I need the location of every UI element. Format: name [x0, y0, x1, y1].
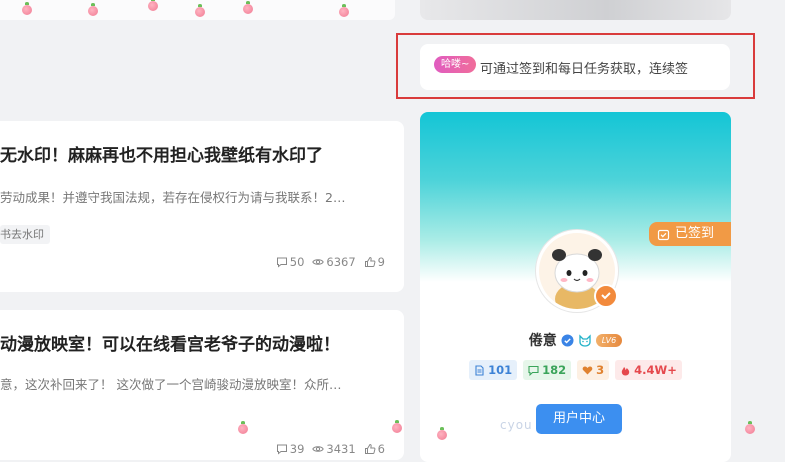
comment-count: 39 — [276, 442, 305, 456]
post-tag[interactable]: 书去水印 — [0, 225, 50, 244]
profile-card: 已签到 倦意 LV6 101 182 3 4.4W+ 用户中心 — [420, 112, 731, 462]
flame-icon — [621, 366, 630, 375]
stat-comments[interactable]: 182 — [523, 360, 572, 380]
eye-icon — [312, 446, 325, 452]
peach-decoration — [745, 421, 755, 434]
eye-icon — [312, 259, 325, 265]
verified-icon — [561, 334, 574, 346]
comment-count-value: 50 — [289, 255, 305, 269]
comment-icon — [276, 257, 287, 268]
view-count: 3431 — [312, 442, 356, 456]
peach-decoration — [22, 2, 32, 15]
peach-decoration — [243, 1, 253, 14]
comment-icon — [276, 444, 287, 455]
peach-decoration — [195, 4, 205, 17]
stat-comments-value: 182 — [542, 363, 567, 377]
post-excerpt: 劳动成果！并遵守我国法规，若存在侵权行为请与我联系！2… — [0, 190, 346, 205]
user-stats: 101 182 3 4.4W+ — [420, 360, 731, 380]
post-excerpt: 意，这次补回来了！ 这次做了一个宫崎骏动漫放映室！众所… — [0, 377, 342, 392]
heart-icon — [582, 366, 593, 374]
peach-decoration — [88, 3, 98, 16]
comment-count: 50 — [276, 255, 305, 269]
heart-check-icon — [601, 292, 611, 300]
document-icon — [475, 364, 484, 376]
signed-label: 已签到 — [675, 226, 715, 241]
like-count-value: 6 — [377, 442, 385, 456]
view-count: 6367 — [312, 255, 356, 269]
signed-in-badge[interactable]: 已签到 — [649, 222, 731, 246]
stat-likes[interactable]: 3 — [577, 360, 610, 380]
peach-decoration — [339, 4, 349, 17]
thumbs-up-icon — [364, 443, 376, 454]
like-count-value: 9 — [377, 255, 385, 269]
peach-decoration — [238, 421, 248, 434]
post-title[interactable]: 动漫放映室！可以在线看宫老爷子的动漫啦！ — [0, 330, 395, 355]
user-name-row: 倦意 LV6 — [420, 330, 731, 350]
like-count[interactable]: 6 — [364, 442, 385, 456]
stat-hot-value: 4.4W+ — [634, 363, 677, 377]
stat-posts-value: 101 — [488, 363, 513, 377]
post-card[interactable]: 动漫放映室！可以在线看宫老爷子的动漫啦！ 意，这次补回来了！ 这次做了一个宫崎骏… — [0, 310, 404, 460]
stat-likes-value: 3 — [596, 363, 605, 377]
calendar-check-icon — [657, 229, 670, 240]
peach-decoration — [148, 0, 158, 11]
watermark-text: cyou — [500, 418, 533, 432]
peach-decoration — [437, 427, 447, 440]
comment-count-value: 39 — [289, 442, 305, 456]
post-card[interactable]: 无水印！麻麻再也不用担心我壁纸有水印了 劳动成果！并遵守我国法规，若存在侵权行为… — [0, 121, 404, 292]
stat-posts[interactable]: 101 — [469, 360, 518, 380]
stat-hot[interactable]: 4.4W+ — [615, 360, 682, 380]
top-banner-image — [420, 0, 731, 20]
vip-badge — [594, 284, 618, 308]
cat-icon — [579, 333, 591, 347]
peach-decoration — [392, 420, 402, 433]
post-meta: 39 3431 6 — [276, 442, 385, 456]
level-badge: LV6 — [595, 333, 623, 347]
view-count-value: 6367 — [326, 255, 356, 269]
username[interactable]: 倦意 — [529, 330, 557, 350]
post-meta: 50 6367 9 — [276, 255, 385, 269]
comment-icon — [528, 365, 539, 376]
thumbs-up-icon — [364, 256, 376, 267]
highlight-frame — [396, 33, 755, 99]
user-center-button[interactable]: 用户中心 — [536, 404, 622, 434]
view-count-value: 3431 — [326, 442, 356, 456]
post-title[interactable]: 无水印！麻麻再也不用担心我壁纸有水印了 — [0, 141, 395, 166]
like-count[interactable]: 9 — [364, 255, 385, 269]
